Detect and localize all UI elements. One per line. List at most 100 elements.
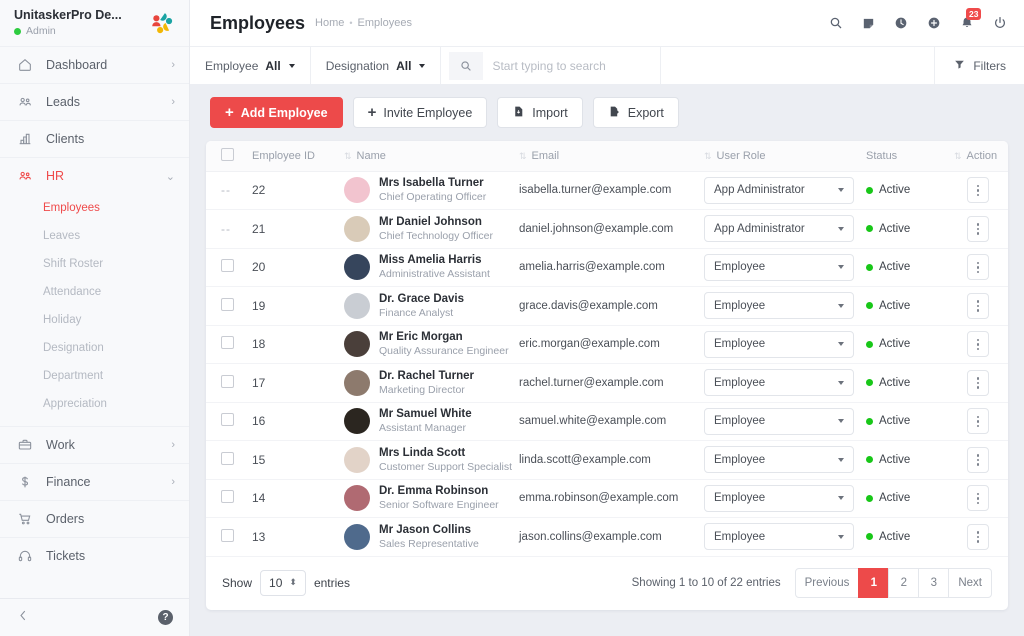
row-actions-button[interactable]: [967, 215, 989, 242]
person-block: Mr Daniel Johnson Chief Technology Offic…: [344, 215, 507, 243]
row-actions-button[interactable]: [967, 331, 989, 358]
row-actions-button[interactable]: [967, 369, 989, 396]
status-badge: Active: [866, 377, 942, 389]
sort-icon: ⇅: [954, 150, 962, 161]
user-role-select[interactable]: Employee: [704, 523, 854, 551]
show-entries-control: Show 10 ⬍ entries: [222, 569, 350, 596]
row-actions-button[interactable]: [967, 485, 989, 512]
bell-icon[interactable]: 23: [959, 8, 982, 31]
updown-icon: ⬍: [289, 577, 297, 587]
person-designation: Senior Software Engineer: [379, 499, 499, 512]
import-button[interactable]: Import: [497, 97, 583, 128]
cell-name: Mr Eric Morgan Quality Assurance Enginee…: [338, 325, 513, 364]
column-email[interactable]: ⇅ Email: [513, 141, 698, 172]
online-status-dot: [14, 27, 21, 35]
chevron-down-icon: [288, 63, 295, 68]
row-checkbox[interactable]: [221, 297, 234, 311]
search-icon[interactable]: [828, 15, 844, 31]
sidebar-item-leads[interactable]: Leads ›: [0, 83, 189, 120]
row-actions-button[interactable]: [967, 408, 989, 435]
sidebar-subitem-appreciation[interactable]: Appreciation: [0, 390, 189, 418]
power-icon[interactable]: [992, 15, 1008, 31]
sidebar-subitem-leaves[interactable]: Leaves: [0, 222, 189, 250]
plus-circle-icon[interactable]: [926, 15, 942, 31]
cell-employee-id: 19: [246, 286, 338, 326]
row-checkbox[interactable]: [221, 336, 234, 350]
sidebar-item-tickets[interactable]: Tickets: [0, 537, 189, 574]
help-icon[interactable]: ?: [158, 610, 173, 625]
sidebar-subitem-shift-roster[interactable]: Shift Roster: [0, 250, 189, 278]
row-checkbox[interactable]: [221, 451, 234, 465]
plus-icon: +: [225, 104, 234, 121]
cell-user-role: Employee: [698, 402, 860, 441]
collapse-sidebar-button[interactable]: [16, 608, 31, 628]
user-role-select[interactable]: Employee: [704, 292, 854, 320]
user-role-select[interactable]: Employee: [704, 407, 854, 435]
user-role-select[interactable]: Employee: [704, 446, 854, 474]
person-block: Mrs Isabella Turner Chief Operating Offi…: [344, 176, 507, 204]
brand-block[interactable]: UnitaskerPro De... Admin: [0, 0, 189, 46]
user-role-value: Employee: [714, 415, 766, 428]
sidebar-item-hr[interactable]: HR ⌄: [0, 157, 189, 194]
user-role-select[interactable]: App Administrator: [704, 215, 854, 243]
employee-filter[interactable]: Employee All: [190, 47, 311, 84]
sidebar-subitem-employees[interactable]: Employees: [0, 194, 189, 222]
note-icon[interactable]: [861, 16, 876, 31]
avatar: [344, 485, 370, 512]
row-checkbox[interactable]: [221, 413, 234, 427]
sidebar-item-dashboard[interactable]: Dashboard ›: [0, 46, 189, 83]
sidebar-item-finance[interactable]: Finance ›: [0, 463, 189, 500]
sidebar-item-label: HR: [46, 169, 65, 183]
entries-per-page-select[interactable]: 10 ⬍: [260, 569, 306, 596]
status-label: Active: [879, 415, 911, 428]
sidebar-item-orders[interactable]: Orders: [0, 500, 189, 537]
select-all-checkbox[interactable]: [221, 147, 234, 161]
row-checkbox[interactable]: [221, 374, 234, 388]
column-name[interactable]: ⇅ Name: [338, 141, 513, 172]
page-button-1[interactable]: 1: [858, 567, 890, 598]
add-employee-button[interactable]: + Add Employee: [210, 97, 343, 128]
row-actions-button[interactable]: [967, 292, 989, 319]
sidebar-item-clients[interactable]: Clients: [0, 120, 189, 157]
page-button-previous[interactable]: Previous: [794, 567, 860, 598]
status-label: Active: [879, 222, 911, 235]
cell-action: [948, 171, 1008, 210]
page-button-next[interactable]: Next: [948, 567, 992, 598]
row-checkbox[interactable]: [221, 259, 234, 273]
cell-action: [948, 440, 1008, 480]
column-status[interactable]: Status: [860, 141, 948, 172]
row-actions-button[interactable]: [967, 446, 989, 473]
cell-email: rachel.turner@example.com: [513, 363, 698, 403]
clock-icon[interactable]: [893, 15, 909, 31]
export-button[interactable]: Export: [592, 97, 679, 128]
breadcrumb-home[interactable]: Home: [315, 17, 344, 29]
filters-button[interactable]: Filters: [935, 47, 1024, 84]
row-checkbox[interactable]: [221, 490, 234, 504]
table-footer: Show 10 ⬍ entries Showing 1 to 10 of 22 …: [206, 557, 1008, 610]
sidebar-subitem-department[interactable]: Department: [0, 362, 189, 390]
user-role-select[interactable]: Employee: [704, 253, 854, 281]
row-checkbox[interactable]: [221, 528, 234, 542]
row-actions-button[interactable]: [967, 177, 989, 204]
user-role-select[interactable]: Employee: [704, 484, 854, 512]
page-button-3[interactable]: 3: [918, 567, 950, 598]
search-input[interactable]: [483, 58, 649, 73]
sidebar-item-label: Finance: [46, 475, 91, 489]
page-button-2[interactable]: 2: [888, 567, 920, 598]
sidebar-item-work[interactable]: Work ›: [0, 426, 189, 463]
sidebar-subitem-attendance[interactable]: Attendance: [0, 278, 189, 306]
row-actions-button[interactable]: [967, 523, 989, 550]
brand-role: Admin: [14, 24, 141, 38]
sidebar-subitem-designation[interactable]: Designation: [0, 334, 189, 362]
column-user-role[interactable]: ⇅ User Role: [698, 141, 860, 172]
filter-funnel-icon: [953, 58, 966, 74]
invite-employee-button[interactable]: + Invite Employee: [352, 97, 488, 128]
column-employee-id[interactable]: Employee ID: [246, 141, 338, 172]
row-actions-button[interactable]: [967, 254, 989, 281]
user-role-select[interactable]: Employee: [704, 369, 854, 397]
sidebar-subitem-holiday[interactable]: Holiday: [0, 306, 189, 334]
designation-filter[interactable]: Designation All: [311, 47, 442, 84]
search-icon[interactable]: [449, 51, 484, 80]
user-role-select[interactable]: Employee: [704, 330, 854, 358]
user-role-select[interactable]: App Administrator: [704, 176, 854, 204]
